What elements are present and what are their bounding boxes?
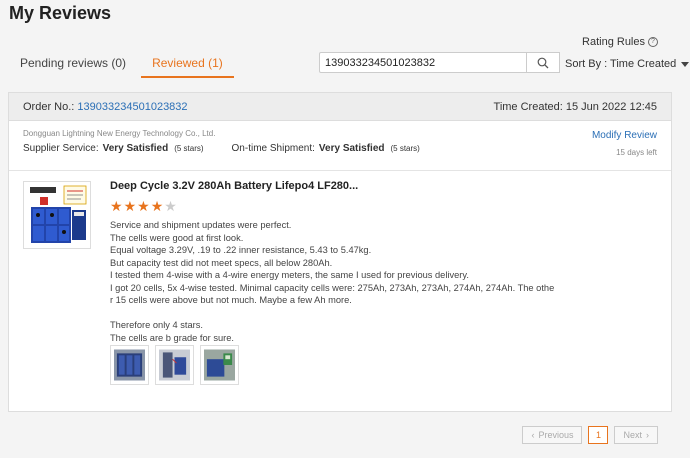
review-line: The cells are b grade for sure. [110,332,235,343]
review-line: r 15 cells were above but not much. Mayb… [110,295,352,305]
star-filled-icon: ★ [137,198,150,214]
search-button[interactable] [527,52,560,73]
review-photo-thumbnail[interactable] [155,345,194,385]
supplier-name: Dongguan Lightning New Energy Technology… [23,129,216,138]
product-rating: ★ ★ ★ ★ ★ [110,199,177,213]
review-line: Therefore only 4 stars. [110,320,204,330]
review-photos [110,345,239,385]
rating-rules-label: Rating Rules [582,36,645,48]
service-value: Very Satisfied [102,143,169,154]
next-label: Next [623,430,642,440]
product-image[interactable] [23,181,91,249]
pagination: ‹ Previous 1 Next › [522,426,658,444]
review-line: The cells were good at first look. [110,232,244,243]
product-review: Deep Cycle 3.2V 280Ah Battery Lifepo4 LF… [9,171,671,385]
review-text: Service and shipment updates were perfec… [110,219,570,344]
page-number-current[interactable]: 1 [588,426,609,444]
next-page-button[interactable]: Next › [614,426,658,444]
review-tabs: Pending reviews (0) Reviewed (1) [9,48,234,78]
photo-cells-image [114,349,145,381]
page-title: My Reviews [9,3,112,23]
star-filled-icon: ★ [110,198,123,214]
order-number-link[interactable]: 139033234501023832 [77,101,187,113]
product-title-link[interactable]: Deep Cycle 3.2V 280Ah Battery Lifepo4 LF… [110,180,358,192]
days-left: 15 days left [616,148,657,157]
sort-label: Sort By : Time Created [565,58,677,70]
battery-product-picture [24,182,90,248]
review-line: But capacity test did not meet specs, al… [110,257,333,268]
supplier-section: Dongguan Lightning New Energy Technology… [9,121,671,171]
service-label: Supplier Service: [23,143,99,154]
tab-pending-reviews[interactable]: Pending reviews (0) [9,48,136,78]
rating-rules-link[interactable]: Rating Rules ? [582,36,658,48]
photo-meter-image [204,349,235,381]
supplier-ratings: Supplier Service: Very Satisfied (5 star… [23,143,657,154]
review-photo-thumbnail[interactable] [110,345,149,385]
search-icon [537,57,549,68]
service-stars: (5 stars) [174,144,204,153]
tab-reviewed[interactable]: Reviewed (1) [141,48,234,78]
star-empty-icon: ★ [164,198,177,214]
order-number-block: Order No.: 139033234501023832 [23,101,188,113]
question-circle-icon: ? [648,37,658,47]
order-label: Order No.: [23,100,75,113]
chevron-right-icon: › [646,430,649,440]
sort-dropdown[interactable]: Sort By : Time Created [565,58,690,70]
review-line: I got 20 cells, 5x 4-wise tested. Minima… [110,282,555,293]
photo-testing-image [159,349,190,381]
review-card: Order No.: 139033234501023832 Time Creat… [8,92,672,412]
order-search [319,52,560,73]
shipment-value: Very Satisfied [318,143,385,154]
shipment-stars: (5 stars) [390,144,420,153]
star-filled-icon: ★ [123,198,137,214]
modify-review-link[interactable]: Modify Review [592,130,657,141]
order-header: Order No.: 139033234501023832 Time Creat… [9,93,671,121]
previous-label: Previous [538,430,574,440]
review-line: Service and shipment updates were perfec… [110,220,292,230]
shipment-label: On-time Shipment: [231,143,315,154]
search-input[interactable] [319,52,527,73]
star-filled-icon: ★ [150,198,164,214]
time-created: Time Created: 15 Jun 2022 12:45 [493,100,657,113]
caret-down-icon [681,61,690,67]
review-line: I tested them 4-wise with a 4-wire energ… [110,270,469,280]
review-line: Equal voltage 3.29V, .19 to .22 inner re… [110,245,372,255]
chevron-left-icon: ‹ [531,430,535,440]
review-photo-thumbnail[interactable] [200,345,239,385]
previous-page-button[interactable]: ‹ Previous [522,426,583,444]
